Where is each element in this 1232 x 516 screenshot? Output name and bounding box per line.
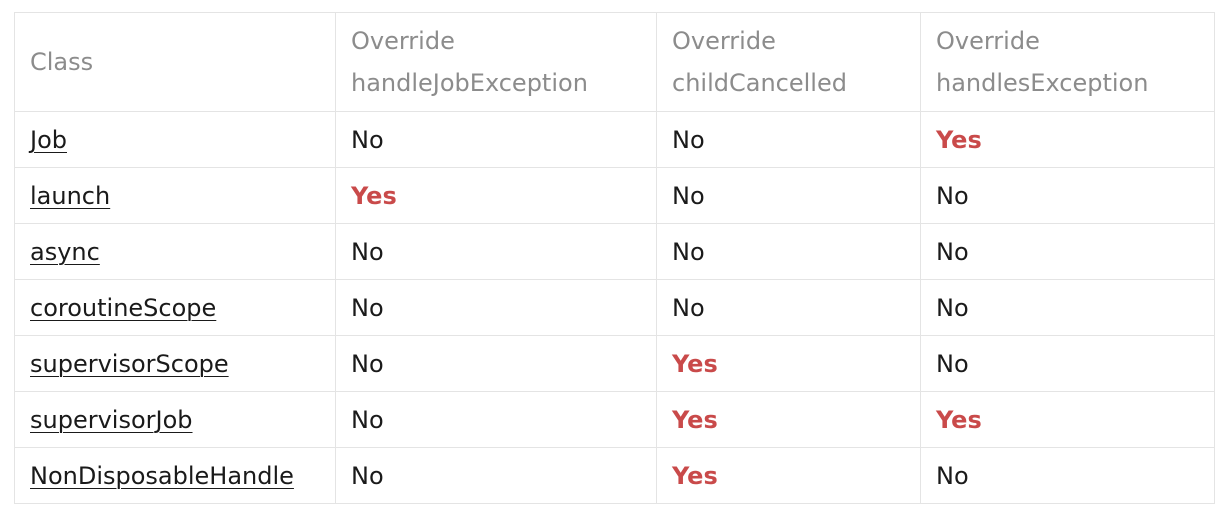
- handle-job-exception-cell: No: [335, 111, 657, 168]
- child-cancelled-cell: No: [656, 167, 921, 224]
- value-text: No: [672, 237, 705, 266]
- value-text: No: [351, 461, 384, 490]
- handle-job-exception-cell: Yes: [335, 167, 657, 224]
- value-text: No: [672, 293, 705, 322]
- header-method-label: childCancelled: [672, 69, 847, 97]
- child-cancelled-cell: Yes: [656, 335, 921, 392]
- value-text: No: [351, 293, 384, 322]
- handle-job-exception-cell: No: [335, 391, 657, 448]
- table-row: supervisorJob No Yes Yes: [14, 391, 1215, 448]
- class-link[interactable]: coroutineScope: [30, 294, 216, 322]
- class-link[interactable]: async: [30, 238, 100, 266]
- header-handles-exception: Override handlesException: [920, 12, 1215, 112]
- child-cancelled-cell: No: [656, 279, 921, 336]
- value-text: Yes: [672, 405, 718, 434]
- table-row: launch Yes No No: [14, 167, 1215, 224]
- class-link[interactable]: NonDisposableHandle: [30, 462, 294, 490]
- handle-job-exception-cell: No: [335, 335, 657, 392]
- value-text: Yes: [672, 349, 718, 378]
- handles-exception-cell: No: [920, 279, 1215, 336]
- table-row: async No No No: [14, 223, 1215, 280]
- value-text: No: [351, 349, 384, 378]
- header-row: Class Override handleJobException Overri…: [14, 12, 1215, 112]
- value-text: Yes: [936, 405, 982, 434]
- value-text: No: [936, 461, 969, 490]
- header-override-label: Override: [672, 27, 776, 55]
- class-cell: supervisorScope: [14, 335, 336, 392]
- class-link[interactable]: Job: [30, 126, 67, 154]
- handle-job-exception-cell: No: [335, 223, 657, 280]
- child-cancelled-cell: No: [656, 223, 921, 280]
- header-class: Class: [14, 12, 336, 112]
- header-child-cancelled: Override childCancelled: [656, 12, 921, 112]
- value-text: No: [936, 293, 969, 322]
- class-link[interactable]: supervisorScope: [30, 350, 229, 378]
- table-row: coroutineScope No No No: [14, 279, 1215, 336]
- value-text: No: [351, 237, 384, 266]
- table-row: NonDisposableHandle No Yes No: [14, 447, 1215, 504]
- handle-job-exception-cell: No: [335, 447, 657, 504]
- table-body: Job No No Yes launch Yes No No async No …: [14, 111, 1215, 504]
- handles-exception-cell: Yes: [920, 391, 1215, 448]
- value-text: Yes: [351, 181, 397, 210]
- class-link[interactable]: launch: [30, 182, 110, 210]
- handles-exception-cell: Yes: [920, 111, 1215, 168]
- table-row: Job No No Yes: [14, 111, 1215, 168]
- child-cancelled-cell: Yes: [656, 391, 921, 448]
- value-text: No: [351, 405, 384, 434]
- value-text: No: [936, 237, 969, 266]
- header-handle-job-exception: Override handleJobException: [335, 12, 657, 112]
- header-override-label: Override: [936, 27, 1040, 55]
- handles-exception-cell: No: [920, 447, 1215, 504]
- handles-exception-cell: No: [920, 167, 1215, 224]
- class-cell: coroutineScope: [14, 279, 336, 336]
- class-cell: async: [14, 223, 336, 280]
- class-cell: supervisorJob: [14, 391, 336, 448]
- override-table: Class Override handleJobException Overri…: [14, 12, 1215, 504]
- value-text: Yes: [936, 125, 982, 154]
- value-text: No: [672, 125, 705, 154]
- handle-job-exception-cell: No: [335, 279, 657, 336]
- class-link[interactable]: supervisorJob: [30, 406, 193, 434]
- value-text: No: [936, 181, 969, 210]
- header-method-label: handlesException: [936, 69, 1149, 97]
- table-row: supervisorScope No Yes No: [14, 335, 1215, 392]
- class-cell: Job: [14, 111, 336, 168]
- value-text: Yes: [672, 461, 718, 490]
- handles-exception-cell: No: [920, 335, 1215, 392]
- value-text: No: [351, 125, 384, 154]
- handles-exception-cell: No: [920, 223, 1215, 280]
- header-method-label: handleJobException: [351, 69, 588, 97]
- value-text: No: [936, 349, 969, 378]
- override-table-container: Class Override handleJobException Overri…: [14, 12, 1215, 504]
- header-class-label: Class: [30, 48, 94, 76]
- child-cancelled-cell: Yes: [656, 447, 921, 504]
- child-cancelled-cell: No: [656, 111, 921, 168]
- header-override-label: Override: [351, 27, 455, 55]
- class-cell: NonDisposableHandle: [14, 447, 336, 504]
- class-cell: launch: [14, 167, 336, 224]
- value-text: No: [672, 181, 705, 210]
